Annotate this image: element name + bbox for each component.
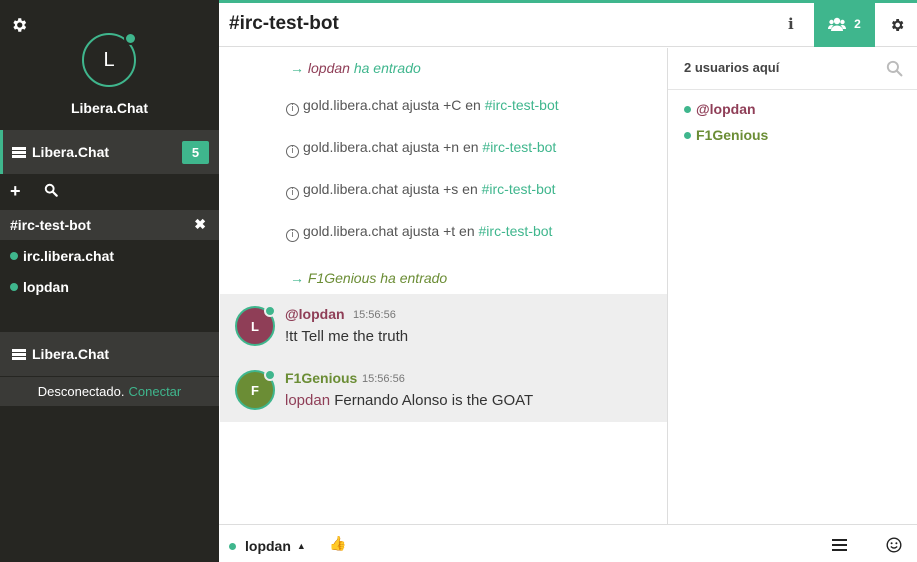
thumbs-up-icon[interactable]: 👍 — [329, 535, 346, 552]
menu-icon[interactable] — [832, 539, 847, 552]
sidebar: L Libera.Chat Libera.Chat 5 + #irc-test-… — [0, 0, 219, 562]
mode-message: i gold.libera.chat ajusta +C en #irc-test… — [286, 97, 559, 116]
status-dot-icon — [10, 283, 18, 291]
channel-label: irc.libera.chat — [23, 248, 115, 264]
sidebar-item-irc-test-bot[interactable]: #irc-test-bot ✖ — [0, 210, 219, 240]
avatar[interactable]: L — [235, 305, 276, 346]
mode-text: gold.libera.chat ajusta +C en — [303, 97, 481, 113]
avatar-letter: L — [103, 48, 115, 71]
join-text: ha entrado — [380, 270, 448, 286]
network-name: Libera.Chat — [70, 100, 148, 116]
message-body: Fernando Alonso is the GOAT — [334, 392, 534, 409]
status-text: Desconectado. — [37, 384, 125, 399]
message-timestamp: 15:56:56 — [362, 373, 405, 385]
mode-text: gold.libera.chat ajusta +s en — [303, 181, 478, 197]
join-message: → F1Genious ha entrado — [290, 270, 447, 286]
mode-message: i gold.libera.chat ajusta +n en #irc-test… — [286, 139, 556, 158]
join-text: ha entrado — [353, 60, 421, 76]
channel-link[interactable]: #irc-test-bot — [485, 97, 559, 113]
channel-link[interactable]: #irc-test-bot — [482, 139, 556, 155]
sidebar-item-lopdan[interactable]: lopdan — [0, 272, 219, 302]
mode-text: gold.libera.chat ajusta +t en — [303, 223, 475, 239]
server-icon — [12, 348, 26, 360]
status-dot-icon — [229, 542, 236, 550]
join-message: → lopdan ha entrado — [290, 60, 421, 76]
unread-badge: 5 — [182, 141, 209, 164]
nick-selector[interactable]: lopdan ▲ — [229, 538, 306, 554]
connection-status: Desconectado. Conectar — [0, 377, 219, 406]
network-header-libera-2[interactable]: Libera.Chat — [0, 332, 219, 376]
connect-link[interactable]: Conectar — [128, 384, 181, 399]
member-item[interactable]: F1Genious — [684, 127, 768, 143]
channel-header: #irc-test-bot i 2 — [219, 0, 917, 47]
users-count: 2 — [854, 16, 861, 31]
avatar[interactable]: F — [235, 369, 276, 410]
network-tools: + — [0, 176, 219, 208]
mode-message: i gold.libera.chat ajusta +s en #irc-test… — [286, 181, 556, 200]
member-item[interactable]: @lopdan — [684, 101, 756, 117]
status-dot-icon — [684, 105, 691, 113]
page-title: #irc-test-bot — [229, 13, 339, 34]
message-list: → lopdan ha entrado i gold.libera.chat aj… — [220, 48, 667, 524]
search-icon[interactable] — [44, 183, 58, 197]
channel-label: #irc-test-bot — [10, 217, 91, 233]
online-status-icon — [124, 32, 137, 45]
gear-icon[interactable] — [10, 16, 28, 34]
join-nick[interactable]: lopdan — [308, 60, 350, 76]
chat-message: F F1Genious 15:56:56 lopdan Fernando Alo… — [220, 358, 667, 422]
emoji-icon[interactable] — [886, 537, 902, 553]
info-icon[interactable]: i — [788, 15, 794, 33]
network-header-label: Libera.Chat — [32, 144, 110, 160]
status-dot-icon — [10, 252, 18, 260]
avatar[interactable]: L — [82, 32, 137, 87]
message-group: L @lopdan 15:56:56 !tt Tell me the truth… — [220, 294, 667, 422]
member-list-header: 2 usuarios aquí — [668, 48, 917, 90]
member-nick: @lopdan — [696, 101, 756, 117]
network-header-label: Libera.Chat — [32, 346, 110, 362]
info-icon: i — [286, 229, 299, 242]
info-icon: i — [286, 145, 299, 158]
chat-message: L @lopdan 15:56:56 !tt Tell me the truth — [220, 294, 667, 358]
close-icon[interactable]: ✖ — [194, 216, 206, 233]
arrow-icon: → — [290, 270, 304, 286]
info-icon: i — [286, 103, 299, 116]
message-text: !tt Tell me the truth — [285, 328, 409, 345]
input-bar: lopdan ▲ 👍 — [219, 524, 917, 562]
status-dot-icon — [684, 131, 691, 139]
message-timestamp: 15:56:56 — [353, 309, 396, 321]
member-nick: F1Genious — [696, 127, 769, 143]
mention-nick[interactable]: lopdan — [285, 392, 330, 409]
online-status-icon — [264, 369, 276, 381]
mode-text: gold.libera.chat ajusta +n en — [303, 139, 479, 155]
users-icon — [828, 17, 847, 31]
avatar-letter: L — [251, 318, 259, 334]
member-list: 2 usuarios aquí @lopdan F1Genious — [667, 48, 917, 524]
channel-label: lopdan — [23, 279, 69, 295]
caret-up-icon: ▲ — [296, 541, 306, 551]
add-channel-button[interactable]: + — [10, 182, 21, 200]
message-text: lopdan Fernando Alonso is the GOAT — [285, 392, 533, 409]
gear-icon[interactable] — [889, 17, 905, 33]
message-nick[interactable]: F1Genious — [285, 370, 357, 386]
search-icon[interactable] — [886, 60, 903, 77]
arrow-icon: → — [290, 60, 304, 76]
mode-message: i gold.libera.chat ajusta +t en #irc-test… — [286, 223, 552, 242]
network-header-libera[interactable]: Libera.Chat 5 — [0, 130, 219, 174]
channel-link[interactable]: #irc-test-bot — [479, 223, 553, 239]
avatar-letter: F — [251, 382, 259, 398]
self-nick-label: lopdan — [245, 538, 291, 554]
info-icon: i — [286, 187, 299, 200]
message-nick[interactable]: @lopdan — [285, 306, 345, 322]
member-count: 2 usuarios aquí — [684, 60, 780, 75]
channel-link[interactable]: #irc-test-bot — [482, 181, 556, 197]
sidebar-item-irc-libera-chat[interactable]: irc.libera.chat — [0, 241, 219, 271]
server-icon — [12, 146, 26, 158]
online-status-icon — [264, 305, 276, 317]
users-toggle-button[interactable]: 2 — [814, 0, 875, 47]
join-nick[interactable]: F1Genious — [308, 270, 376, 286]
